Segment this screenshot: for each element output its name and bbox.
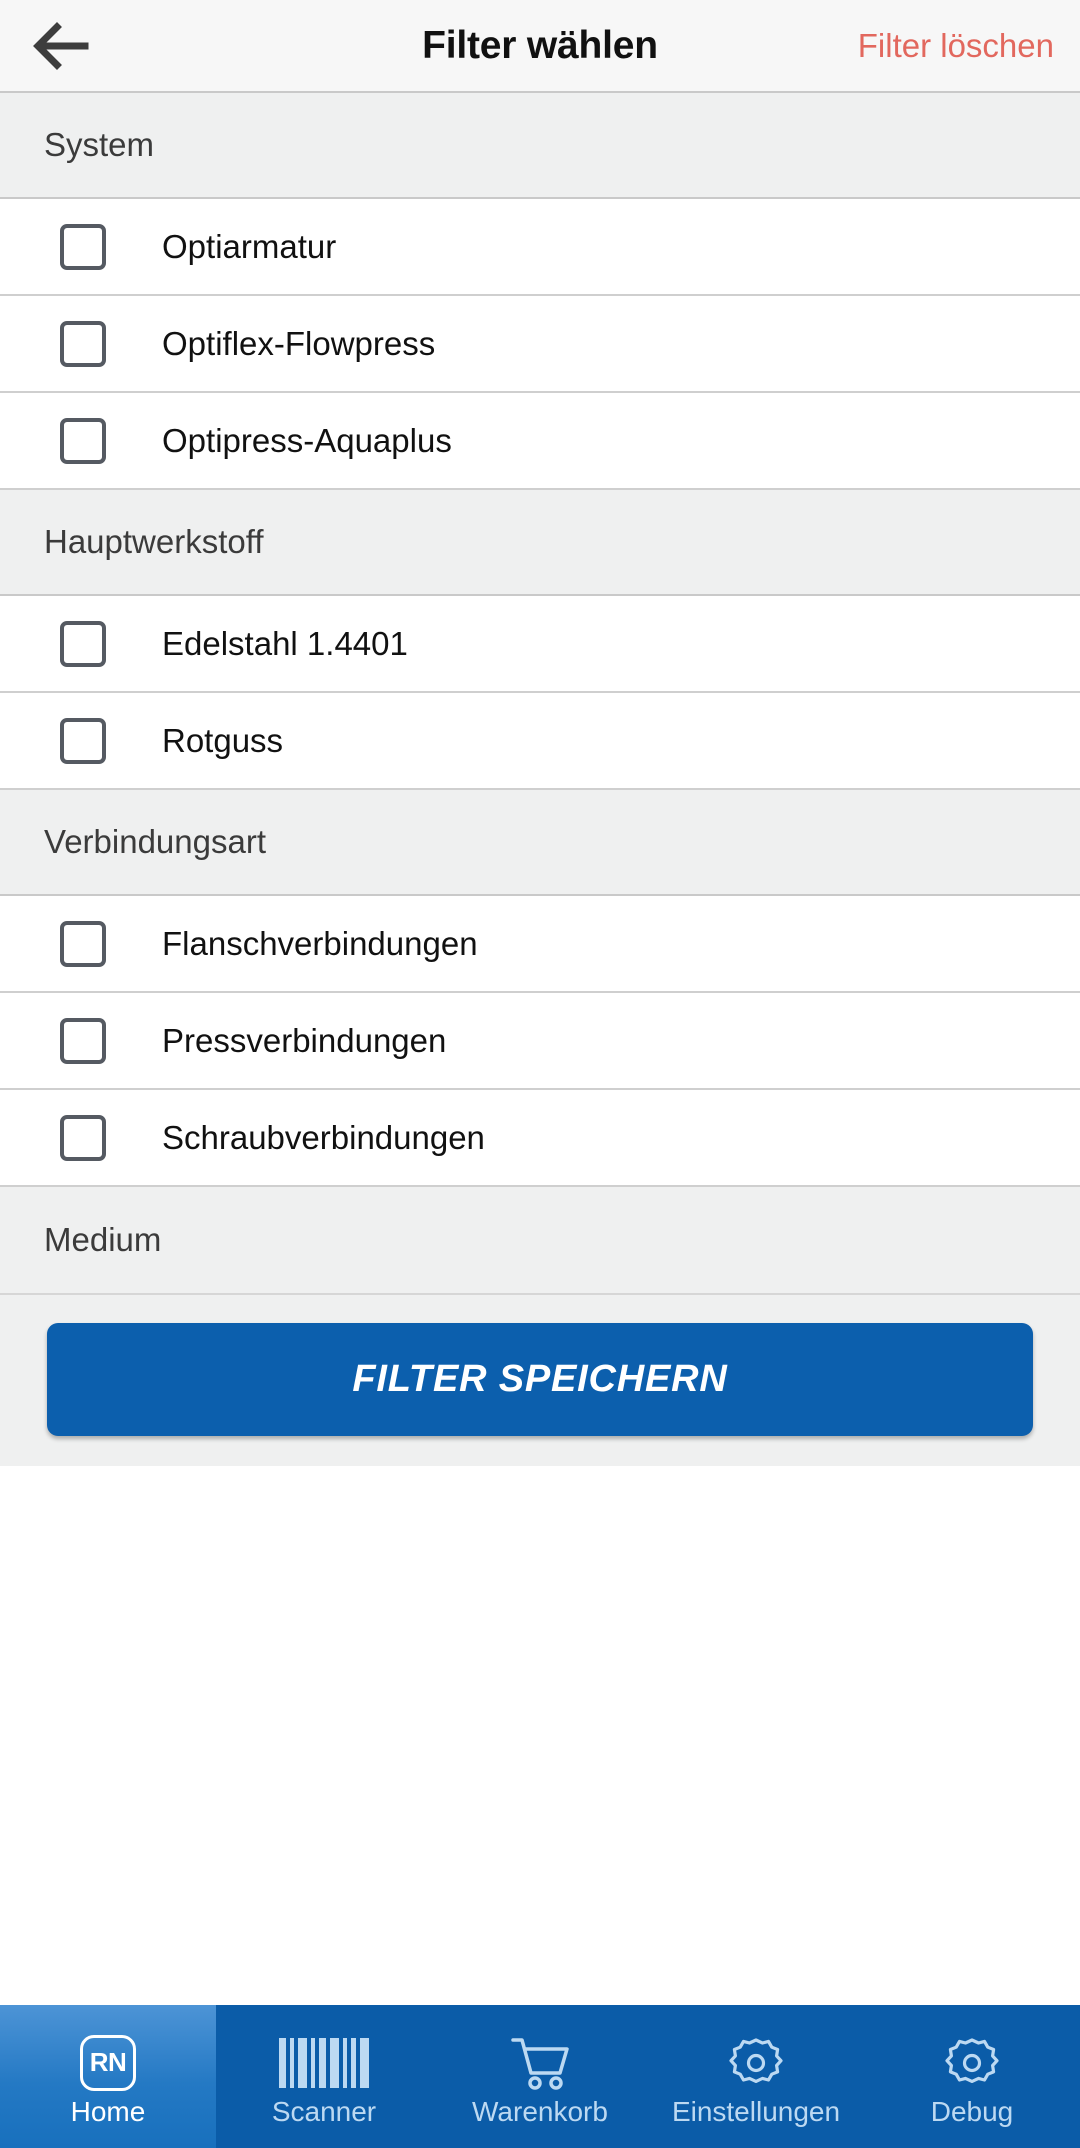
gear-icon — [727, 2034, 785, 2092]
nav-item-scanner[interactable]: Scanner — [216, 2005, 432, 2148]
section-header-system: System — [0, 93, 1080, 199]
rn-logo-text: RN — [89, 2047, 127, 2077]
checkbox[interactable] — [60, 1017, 106, 1064]
nav-item-warenkorb[interactable]: Warenkorb — [432, 2005, 648, 2148]
filter-option-row[interactable]: Edelstahl 1.4401 — [0, 596, 1080, 693]
filter-option-label: Rotguss — [162, 721, 284, 759]
app-header: Filter wählen Filter löschen — [0, 0, 1080, 93]
footer-action-area: FILTER SPEICHERN — [0, 1293, 1080, 1466]
checkbox[interactable] — [60, 223, 106, 270]
filter-list: System Optiarmatur Optiflex-Flowpress Op… — [0, 93, 1080, 1293]
save-filter-button[interactable]: FILTER SPEICHERN — [47, 1323, 1033, 1436]
nav-item-einstellungen[interactable]: Einstellungen — [648, 2005, 864, 2148]
checkbox[interactable] — [60, 417, 106, 464]
filter-option-row[interactable]: Rotguss — [0, 693, 1080, 790]
filter-option-row[interactable]: Optipress-Aquaplus — [0, 393, 1080, 490]
section-title: Hauptwerkstoff — [44, 523, 264, 560]
section-title: System — [44, 126, 155, 163]
filter-option-row[interactable]: Flanschverbindungen — [0, 896, 1080, 993]
checkbox[interactable] — [60, 717, 106, 764]
filter-option-row[interactable]: Schraubverbindungen — [0, 1090, 1080, 1187]
nav-label-einstellungen: Einstellungen — [671, 2095, 841, 2127]
save-filter-label: FILTER SPEICHERN — [352, 1358, 728, 1400]
gear-icon — [943, 2034, 1001, 2092]
back-button[interactable] — [0, 0, 120, 92]
checkbox[interactable] — [60, 620, 106, 667]
filter-option-label: Pressverbindungen — [162, 1021, 447, 1059]
filter-option-row[interactable]: Optiflex-Flowpress — [0, 296, 1080, 393]
filter-option-label: Optiarmatur — [162, 227, 337, 265]
section-title: Medium — [44, 1221, 162, 1258]
checkbox[interactable] — [60, 1114, 106, 1161]
filter-option-row[interactable]: Optiarmatur — [0, 199, 1080, 296]
filter-option-label: Optipress-Aquaplus — [162, 421, 452, 459]
checkbox[interactable] — [60, 920, 106, 967]
arrow-left-icon — [31, 20, 89, 72]
filter-option-label: Edelstahl 1.4401 — [162, 624, 408, 662]
shopping-cart-icon — [509, 2034, 571, 2092]
nav-label-warenkorb: Warenkorb — [472, 2095, 608, 2127]
nav-label-scanner: Scanner — [271, 2095, 377, 2127]
nav-item-debug[interactable]: Debug — [864, 2005, 1080, 2148]
filter-option-row[interactable]: Pressverbindungen — [0, 993, 1080, 1090]
clear-filter-button[interactable]: Filter löschen — [858, 27, 1054, 65]
section-header-verbindungsart: Verbindungsart — [0, 790, 1080, 896]
bottom-navigation: RN Home Scanner Warenkorb Einstellungen … — [0, 2005, 1080, 2148]
nav-item-home[interactable]: RN Home — [0, 2005, 216, 2148]
section-title: Verbindungsart — [44, 823, 266, 860]
checkbox[interactable] — [60, 320, 106, 367]
filter-option-label: Optiflex-Flowpress — [162, 324, 436, 362]
nav-label-home: Home — [70, 2095, 146, 2127]
nav-label-debug: Debug — [930, 2095, 1014, 2127]
filter-option-label: Schraubverbindungen — [162, 1118, 485, 1156]
section-header-medium: Medium — [0, 1187, 1080, 1293]
rn-logo-icon: RN — [80, 2034, 136, 2092]
barcode-icon — [279, 2034, 369, 2092]
section-header-hauptwerkstoff: Hauptwerkstoff — [0, 490, 1080, 596]
filter-option-label: Flanschverbindungen — [162, 924, 478, 962]
